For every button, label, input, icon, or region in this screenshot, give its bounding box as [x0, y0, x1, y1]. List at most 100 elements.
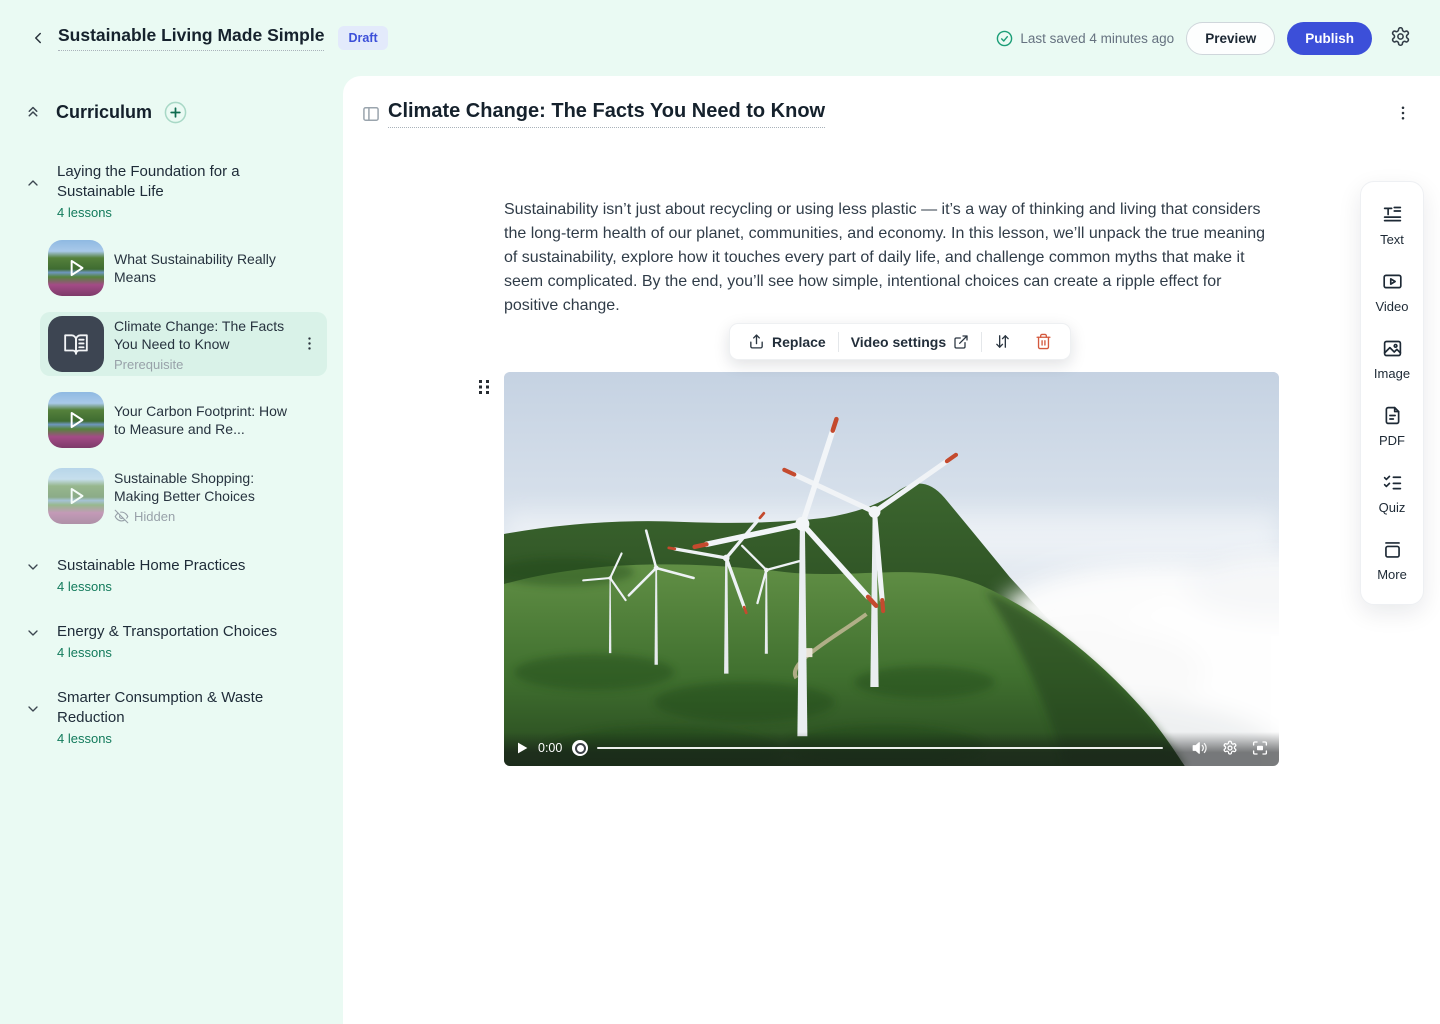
- curriculum-heading: Curriculum: [56, 102, 152, 123]
- image-block-icon: [1382, 338, 1403, 359]
- insert-pdf-button[interactable]: PDF: [1361, 393, 1423, 460]
- section-title: Energy & Transportation Choices: [57, 622, 297, 642]
- insert-block-toolbar: Text Video Image PDF Quiz More: [1360, 181, 1424, 605]
- toggle-sidebar-button[interactable]: [361, 104, 381, 124]
- section-header[interactable]: Sustainable Home Practices 4 lessons: [0, 556, 343, 594]
- chevrons-up-icon: [24, 103, 42, 121]
- chevron-down-icon[interactable]: [25, 701, 41, 717]
- top-header: Sustainable Living Made Simple Draft Las…: [0, 0, 1440, 76]
- curriculum-section: Energy & Transportation Choices 4 lesson…: [0, 622, 343, 660]
- trash-icon: [1035, 333, 1052, 350]
- upload-icon: [748, 333, 765, 350]
- drag-dots-icon: [477, 378, 491, 396]
- section-header[interactable]: Energy & Transportation Choices 4 lesson…: [0, 622, 343, 660]
- video-block-toolbar: Replace Video settings: [729, 323, 1071, 360]
- fullscreen-button[interactable]: [1251, 739, 1269, 757]
- sidebar-panel-icon: [361, 104, 381, 124]
- section-title: Sustainable Home Practices: [57, 556, 297, 576]
- section-lesson-count: 4 lessons: [57, 731, 319, 746]
- section-header[interactable]: Smarter Consumption & Waste Reduction 4 …: [0, 688, 343, 746]
- curriculum-section: Laying the Foundation for a Sustainable …: [0, 162, 343, 528]
- lesson-item[interactable]: Your Carbon Footprint: How to Measure an…: [40, 388, 327, 452]
- lesson-item-hidden[interactable]: Sustainable Shopping: Making Better Choi…: [40, 464, 327, 528]
- lesson-title: Climate Change: The Facts You Need to Kn…: [114, 317, 291, 354]
- delete-block-button[interactable]: [1023, 324, 1064, 359]
- gear-icon: [1390, 26, 1411, 47]
- section-lesson-count: 4 lessons: [57, 645, 319, 660]
- status-badge: Draft: [338, 26, 387, 50]
- back-button[interactable]: [26, 26, 50, 50]
- video-controls-bar: 0:00: [504, 732, 1279, 766]
- pdf-block-icon: [1382, 405, 1403, 426]
- video-time: 0:00: [538, 741, 562, 755]
- settings-button[interactable]: [1390, 26, 1414, 50]
- play-icon: [63, 483, 89, 509]
- course-title[interactable]: Sustainable Living Made Simple: [58, 25, 324, 51]
- volume-button[interactable]: [1191, 739, 1209, 757]
- player-settings-button[interactable]: [1221, 739, 1239, 757]
- section-lesson-count: 4 lessons: [57, 205, 319, 220]
- insert-more-button[interactable]: More: [1361, 527, 1423, 594]
- tool-label: Video: [1375, 299, 1408, 314]
- lesson-title: What Sustainability Really Means: [114, 250, 292, 287]
- play-icon: [63, 407, 89, 433]
- lesson-video-thumbnail: [48, 240, 104, 296]
- lesson-options-menu[interactable]: [1394, 104, 1414, 124]
- play-button[interactable]: [514, 740, 530, 756]
- curriculum-section: Smarter Consumption & Waste Reduction 4 …: [0, 688, 343, 746]
- preview-label: Preview: [1205, 31, 1256, 46]
- video-settings-button[interactable]: Video settings: [839, 324, 981, 359]
- insert-image-button[interactable]: Image: [1361, 326, 1423, 393]
- add-section-button[interactable]: [164, 101, 187, 124]
- lesson-paragraph[interactable]: Sustainability isn’t just about recyclin…: [504, 198, 1279, 318]
- chevron-up-icon[interactable]: [25, 175, 41, 191]
- insert-text-button[interactable]: Text: [1361, 192, 1423, 259]
- lesson-prerequisite-label: Prerequisite: [114, 357, 291, 372]
- tool-label: Image: [1374, 366, 1410, 381]
- quiz-block-icon: [1382, 472, 1403, 493]
- chevron-left-icon: [29, 29, 47, 47]
- preview-button[interactable]: Preview: [1186, 22, 1275, 55]
- lesson-video-thumbnail: [48, 468, 104, 524]
- scrubber-track[interactable]: [597, 747, 1163, 750]
- lesson-editor-panel: Climate Change: The Facts You Need to Kn…: [343, 76, 1440, 1024]
- publish-label: Publish: [1305, 31, 1354, 46]
- lesson-kebab-menu[interactable]: [301, 335, 319, 353]
- collapse-all-button[interactable]: [24, 103, 42, 121]
- eye-off-icon: [114, 509, 129, 524]
- lesson-title: Sustainable Shopping: Making Better Choi…: [114, 469, 292, 506]
- replace-label: Replace: [772, 334, 826, 350]
- lesson-page-title[interactable]: Climate Change: The Facts You Need to Kn…: [388, 100, 825, 128]
- tool-label: PDF: [1379, 433, 1405, 448]
- insert-quiz-button[interactable]: Quiz: [1361, 460, 1423, 527]
- tool-label: More: [1377, 567, 1407, 582]
- tool-label: Text: [1380, 232, 1404, 247]
- replace-video-button[interactable]: Replace: [736, 324, 838, 359]
- book-open-icon: [63, 331, 89, 357]
- arrow-down-up-icon: [994, 333, 1011, 350]
- lesson-reading-thumbnail: [48, 316, 104, 372]
- lesson-item[interactable]: What Sustainability Really Means: [40, 236, 327, 300]
- chevron-down-icon[interactable]: [25, 625, 41, 641]
- last-saved-status: Last saved 4 minutes ago: [996, 30, 1174, 47]
- scrubber-handle[interactable]: [572, 740, 588, 756]
- section-title: Smarter Consumption & Waste Reduction: [57, 688, 297, 728]
- video-block-icon: [1382, 271, 1403, 292]
- play-icon: [63, 255, 89, 281]
- tool-label: Quiz: [1379, 500, 1406, 515]
- insert-video-button[interactable]: Video: [1361, 259, 1423, 326]
- text-block-icon: [1382, 204, 1403, 225]
- section-header[interactable]: Laying the Foundation for a Sustainable …: [0, 162, 343, 220]
- plus-circle-icon: [164, 101, 187, 124]
- last-saved-text: Last saved 4 minutes ago: [1020, 31, 1174, 46]
- curriculum-sidebar: Curriculum Laying the Foundation for a S…: [0, 76, 343, 1024]
- block-drag-handle[interactable]: [477, 378, 491, 396]
- video-player[interactable]: 0:00: [504, 372, 1279, 766]
- chevron-down-icon[interactable]: [25, 559, 41, 575]
- lesson-item-selected[interactable]: Climate Change: The Facts You Need to Kn…: [40, 312, 327, 376]
- video-poster-wind-turbines: [504, 372, 1279, 766]
- publish-button[interactable]: Publish: [1287, 22, 1372, 55]
- move-block-button[interactable]: [982, 324, 1023, 359]
- more-blocks-icon: [1382, 539, 1403, 560]
- section-lesson-count: 4 lessons: [57, 579, 319, 594]
